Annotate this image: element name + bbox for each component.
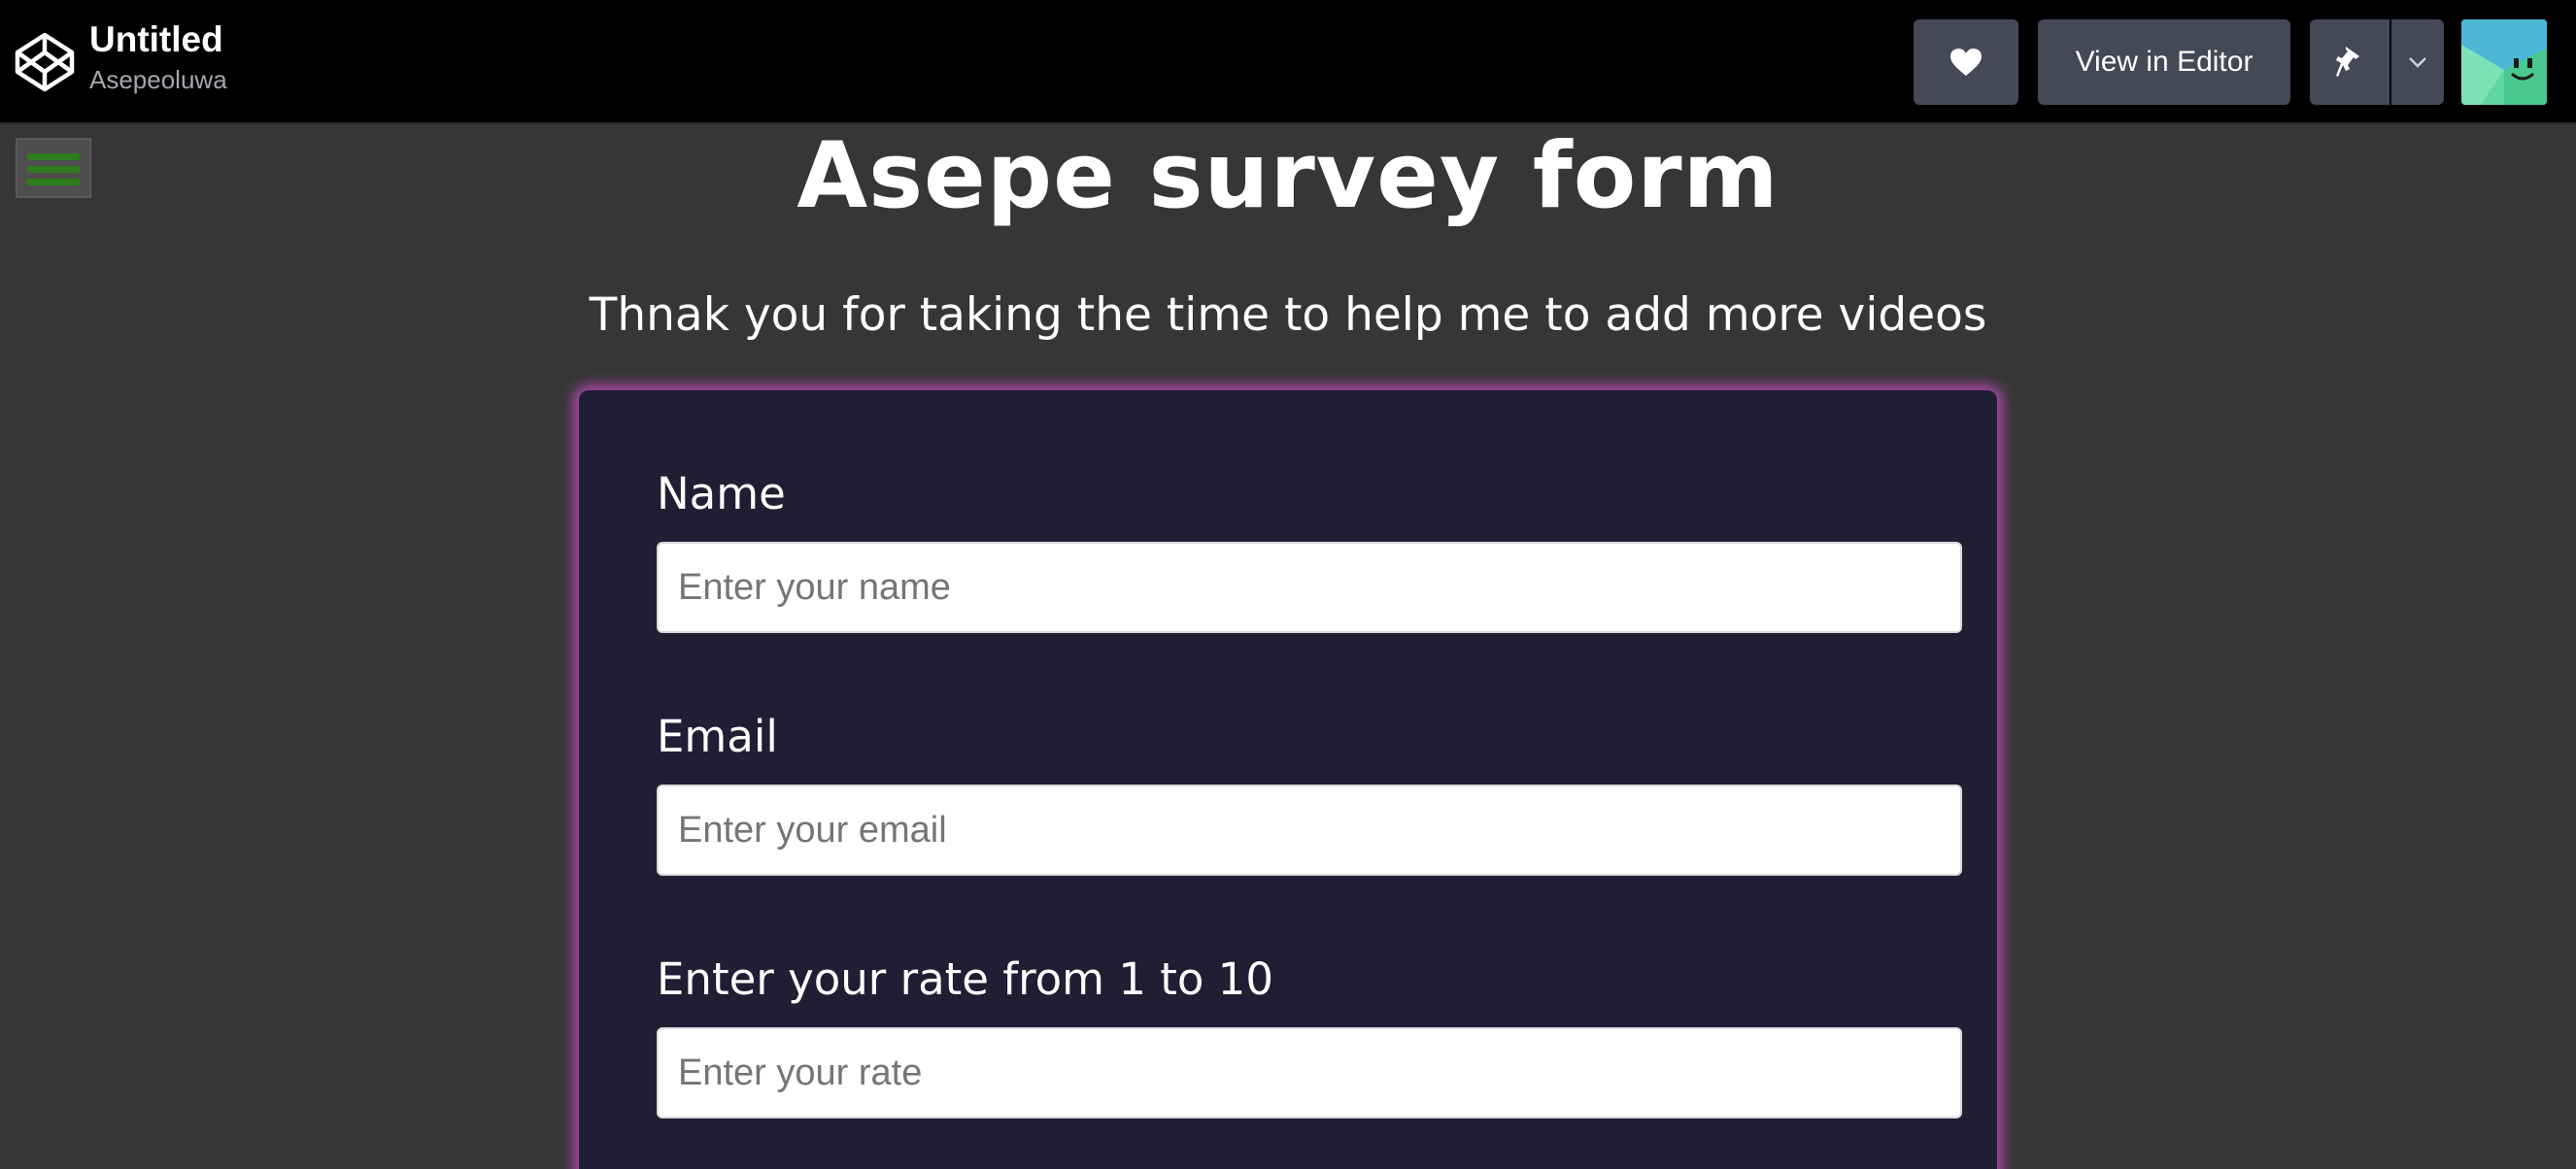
name-label: Name [657, 468, 786, 519]
page-description: Thnak you for taking the time to help me… [589, 288, 1987, 342]
rate-label: Enter your rate from 1 to 10 [657, 953, 1273, 1005]
pin-icon [2336, 47, 2359, 77]
top-bar: Untitled Asepeoluwa View in Editor [0, 0, 2576, 124]
name-input[interactable] [657, 542, 1962, 633]
pen-title[interactable]: Untitled [89, 17, 227, 62]
pin-options-button[interactable] [2391, 19, 2444, 105]
pin-button[interactable] [2310, 19, 2390, 105]
view-in-editor-button[interactable]: View in Editor [2038, 19, 2290, 105]
pen-author[interactable]: Asepeoluwa [89, 62, 227, 97]
rate-input[interactable] [657, 1027, 1962, 1119]
page-title: Asepe survey form [797, 123, 1779, 229]
heart-icon [1950, 49, 1982, 76]
user-avatar[interactable] [2461, 19, 2547, 105]
avatar-face-icon [2461, 19, 2547, 105]
codepen-logo-icon[interactable] [14, 31, 76, 93]
survey-form: Name Email Enter your rate from 1 to 10 [579, 390, 1997, 1169]
email-label: Email [657, 711, 778, 762]
like-button[interactable] [1914, 19, 2018, 105]
email-input[interactable] [657, 785, 1962, 876]
chevron-down-icon [2409, 57, 2426, 68]
pen-info: Untitled Asepeoluwa [89, 17, 227, 97]
